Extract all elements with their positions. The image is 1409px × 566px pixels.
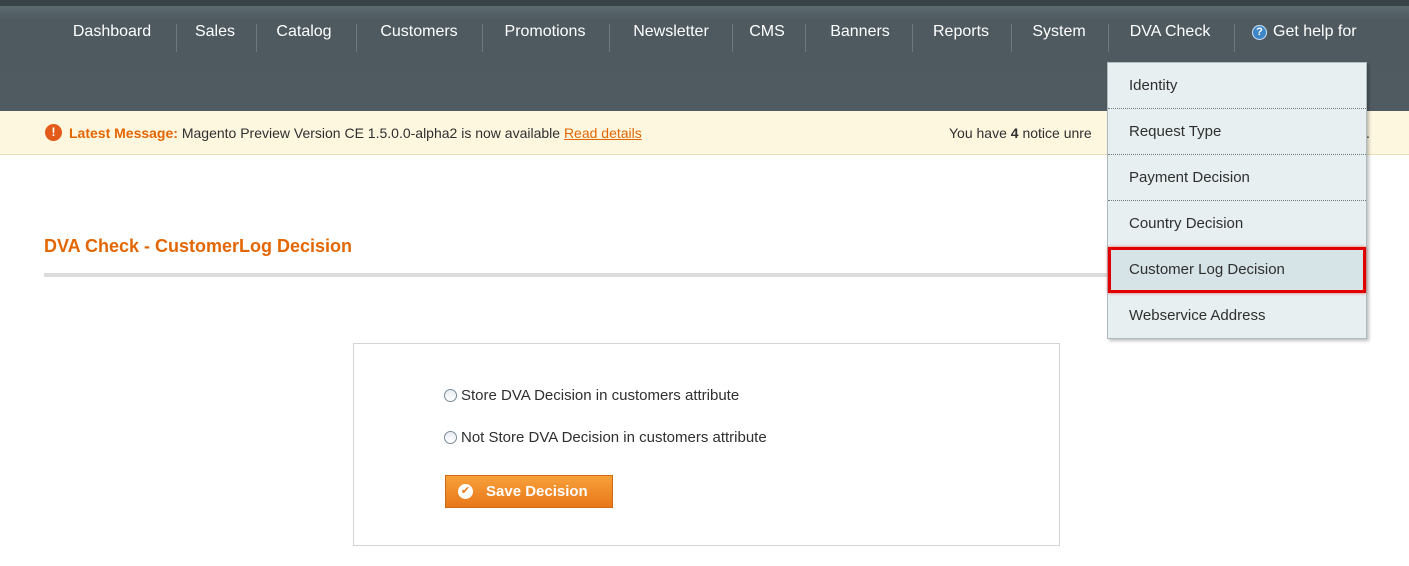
- latest-message: Latest Message: Magento Preview Version …: [69, 111, 642, 155]
- nav-item-cms[interactable]: CMS: [748, 18, 786, 46]
- help-link[interactable]: ? Get help for: [1252, 18, 1372, 46]
- option-store-label: Store DVA Decision in customers attribut…: [461, 387, 740, 404]
- radio-not-store[interactable]: [444, 431, 457, 444]
- nav-bar: Dashboard Sales Catalog Customers Promot…: [0, 18, 1409, 52]
- check-icon: ✔: [458, 484, 473, 499]
- nav-separator: [1234, 24, 1235, 52]
- radio-store[interactable]: [444, 389, 457, 402]
- help-icon: ?: [1252, 25, 1267, 40]
- message-text: Magento Preview Version CE 1.5.0.0-alpha…: [181, 125, 561, 141]
- read-details-link[interactable]: Read details: [564, 125, 642, 141]
- message-label: Latest Message:: [69, 125, 178, 141]
- menu-item-payment-decision[interactable]: Payment Decision: [1108, 155, 1366, 201]
- decision-form: Store DVA Decision in customers attribut…: [353, 343, 1060, 546]
- nav-separator: [609, 24, 610, 52]
- notice-count: 4: [1010, 125, 1019, 141]
- help-label: Get help for: [1273, 23, 1357, 40]
- nav-item-banners[interactable]: Banners: [823, 18, 897, 46]
- save-button-label: Save Decision: [486, 483, 588, 500]
- nav-item-system[interactable]: System: [1027, 18, 1091, 46]
- nav-separator: [176, 24, 177, 52]
- notice-prefix: You have: [949, 125, 1007, 141]
- menu-item-customer-log-decision[interactable]: Customer Log Decision: [1108, 247, 1366, 293]
- option-not-store-label: Not Store DVA Decision in customers attr…: [461, 429, 767, 446]
- menu-item-identity[interactable]: Identity: [1108, 63, 1366, 109]
- notice-suffix: notice unre: [1022, 125, 1092, 141]
- nav-item-promotions[interactable]: Promotions: [499, 18, 591, 46]
- nav-separator: [912, 24, 913, 52]
- nav-item-customers[interactable]: Customers: [374, 18, 464, 46]
- nav-item-newsletter[interactable]: Newsletter: [627, 18, 715, 46]
- nav-item-dashboard[interactable]: Dashboard: [68, 18, 156, 46]
- nav-item-sales[interactable]: Sales: [192, 18, 238, 46]
- nav-separator: [805, 24, 806, 52]
- nav-item-dva-check[interactable]: DVA Check: [1124, 18, 1216, 46]
- save-decision-button[interactable]: ✔ Save Decision: [445, 475, 613, 508]
- nav-separator: [356, 24, 357, 52]
- dva-check-dropdown: Identity Request Type Payment Decision C…: [1107, 62, 1367, 339]
- nav-separator: [1011, 24, 1012, 52]
- menu-item-webservice-address[interactable]: Webservice Address: [1108, 293, 1366, 339]
- notice-count-text: You have 4 notice unre: [949, 111, 1092, 155]
- option-store-decision[interactable]: Store DVA Decision in customers attribut…: [444, 386, 739, 406]
- menu-item-country-decision[interactable]: Country Decision: [1108, 201, 1366, 247]
- option-not-store-decision[interactable]: Not Store DVA Decision in customers attr…: [444, 428, 767, 448]
- nav-item-reports[interactable]: Reports: [928, 18, 994, 46]
- nav-separator: [256, 24, 257, 52]
- nav-item-catalog[interactable]: Catalog: [271, 18, 337, 46]
- alert-icon: !: [45, 124, 62, 141]
- menu-item-request-type[interactable]: Request Type: [1108, 109, 1366, 155]
- page-title: DVA Check - CustomerLog Decision: [44, 236, 353, 256]
- nav-separator: [482, 24, 483, 52]
- nav-separator: [1108, 24, 1109, 52]
- nav-separator: [732, 24, 733, 52]
